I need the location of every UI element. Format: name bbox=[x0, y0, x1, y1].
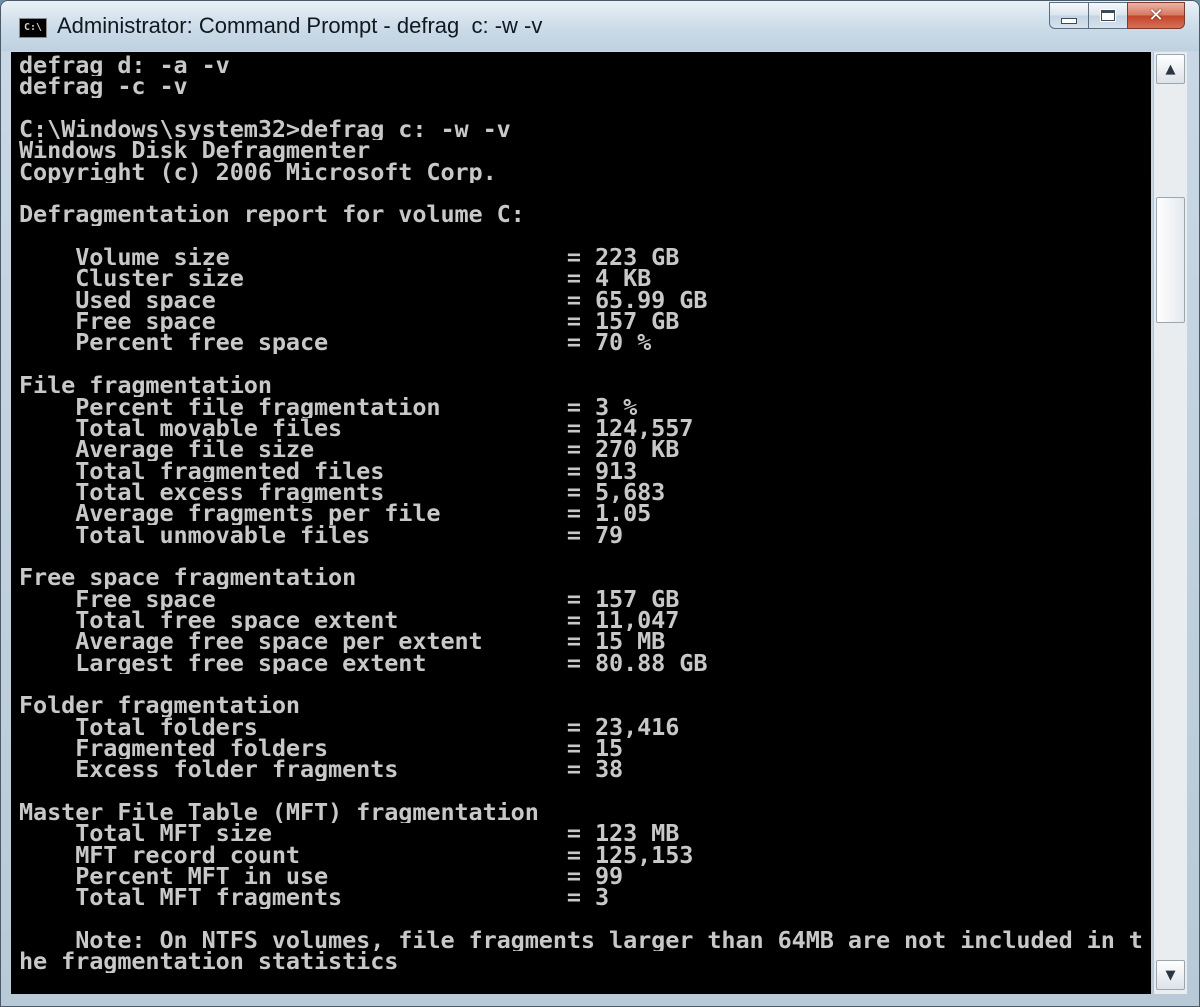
close-icon: ✕ bbox=[1148, 4, 1164, 26]
command-prompt-icon[interactable]: C:\ bbox=[19, 18, 47, 38]
console-line: File fragmentation bbox=[19, 375, 272, 397]
console-line: Free space = 157 GB bbox=[19, 311, 680, 333]
minimize-button[interactable] bbox=[1049, 2, 1089, 29]
console-line: Percent free space = 70 % bbox=[19, 332, 652, 354]
console-line: Excess folder fragments = 38 bbox=[19, 759, 624, 781]
console-line: Average file size = 270 KB bbox=[19, 439, 680, 461]
console-line: Average fragments per file = 1.05 bbox=[19, 503, 652, 525]
close-button[interactable]: ✕ bbox=[1127, 2, 1185, 29]
console-line: Total MFT size = 123 MB bbox=[19, 823, 680, 845]
console-line: Free space fragmentation bbox=[19, 567, 357, 589]
console-line: Percent MFT in use = 99 bbox=[19, 866, 624, 888]
console-line: Folder fragmentation bbox=[19, 695, 300, 717]
window-controls: ✕ bbox=[1049, 2, 1185, 29]
console-line: Defragmentation report for volume C: bbox=[19, 204, 525, 226]
console-line: defrag -c -v bbox=[19, 76, 188, 98]
window-title: Administrator: Command Prompt - defrag c… bbox=[57, 13, 543, 38]
command-prompt-window: C:\ Administrator: Command Prompt - defr… bbox=[0, 0, 1200, 1007]
console-line: Total MFT fragments = 3 bbox=[19, 887, 610, 909]
console-line: Volume size = 223 GB bbox=[19, 247, 680, 269]
console-line: MFT record count = 125,153 bbox=[19, 844, 694, 867]
console-line: Windows Disk Defragmenter bbox=[19, 140, 371, 162]
console-line: C:\Windows\system32>defrag c: -w -v bbox=[19, 119, 511, 141]
console-line: Master File Table (MFT) fragmentation bbox=[19, 802, 539, 824]
console-line: Total folders = 23,416 bbox=[19, 716, 680, 738]
minimize-icon bbox=[1061, 17, 1077, 24]
console-line: Fragmented folders = 15 bbox=[19, 738, 624, 760]
console-line: Cluster size = 4 KB bbox=[19, 268, 652, 290]
title-bar[interactable]: C:\ Administrator: Command Prompt - defr… bbox=[1, 1, 1199, 51]
console-text: defrag d: -a -v defrag -c -v C:\Windows\sy… bbox=[19, 55, 1151, 973]
console-line: Percent file fragmentation = 3 % bbox=[19, 396, 638, 418]
console-line: Total movable files = 124,557 bbox=[19, 417, 694, 440]
scroll-up-arrow-icon[interactable]: ▲ bbox=[1156, 54, 1185, 84]
maximize-icon bbox=[1100, 9, 1116, 22]
scroll-down-arrow-icon[interactable]: ▼ bbox=[1156, 960, 1185, 990]
console-line: Used space = 65.99 GB bbox=[19, 289, 708, 312]
console-line: defrag d: -a -v bbox=[19, 55, 230, 77]
console-line: Note: On NTFS volumes, file fragments la… bbox=[19, 930, 1143, 952]
scrollbar-thumb[interactable] bbox=[1156, 197, 1185, 323]
console-line: Total free space extent = 11,047 bbox=[19, 609, 680, 632]
console-line: Total fragmented files = 913 bbox=[19, 460, 638, 482]
console-line: he fragmentation statistics bbox=[19, 951, 399, 973]
console-line: Total excess fragments = 5,683 bbox=[19, 481, 666, 504]
console-line: Largest free space extent = 80.88 GB bbox=[19, 652, 708, 674]
console-line: Copyright (c) 2006 Microsoft Corp. bbox=[19, 161, 497, 184]
console-line: Free space = 157 GB bbox=[19, 588, 680, 610]
console-output-area[interactable]: defrag d: -a -v defrag -c -v C:\Windows\sy… bbox=[11, 52, 1151, 994]
maximize-button[interactable] bbox=[1088, 2, 1128, 29]
vertical-scrollbar[interactable]: ▲ ▼ bbox=[1153, 52, 1187, 994]
console-line: Average free space per extent = 15 MB bbox=[19, 631, 666, 653]
console-line: Total unmovable files = 79 bbox=[19, 524, 624, 546]
